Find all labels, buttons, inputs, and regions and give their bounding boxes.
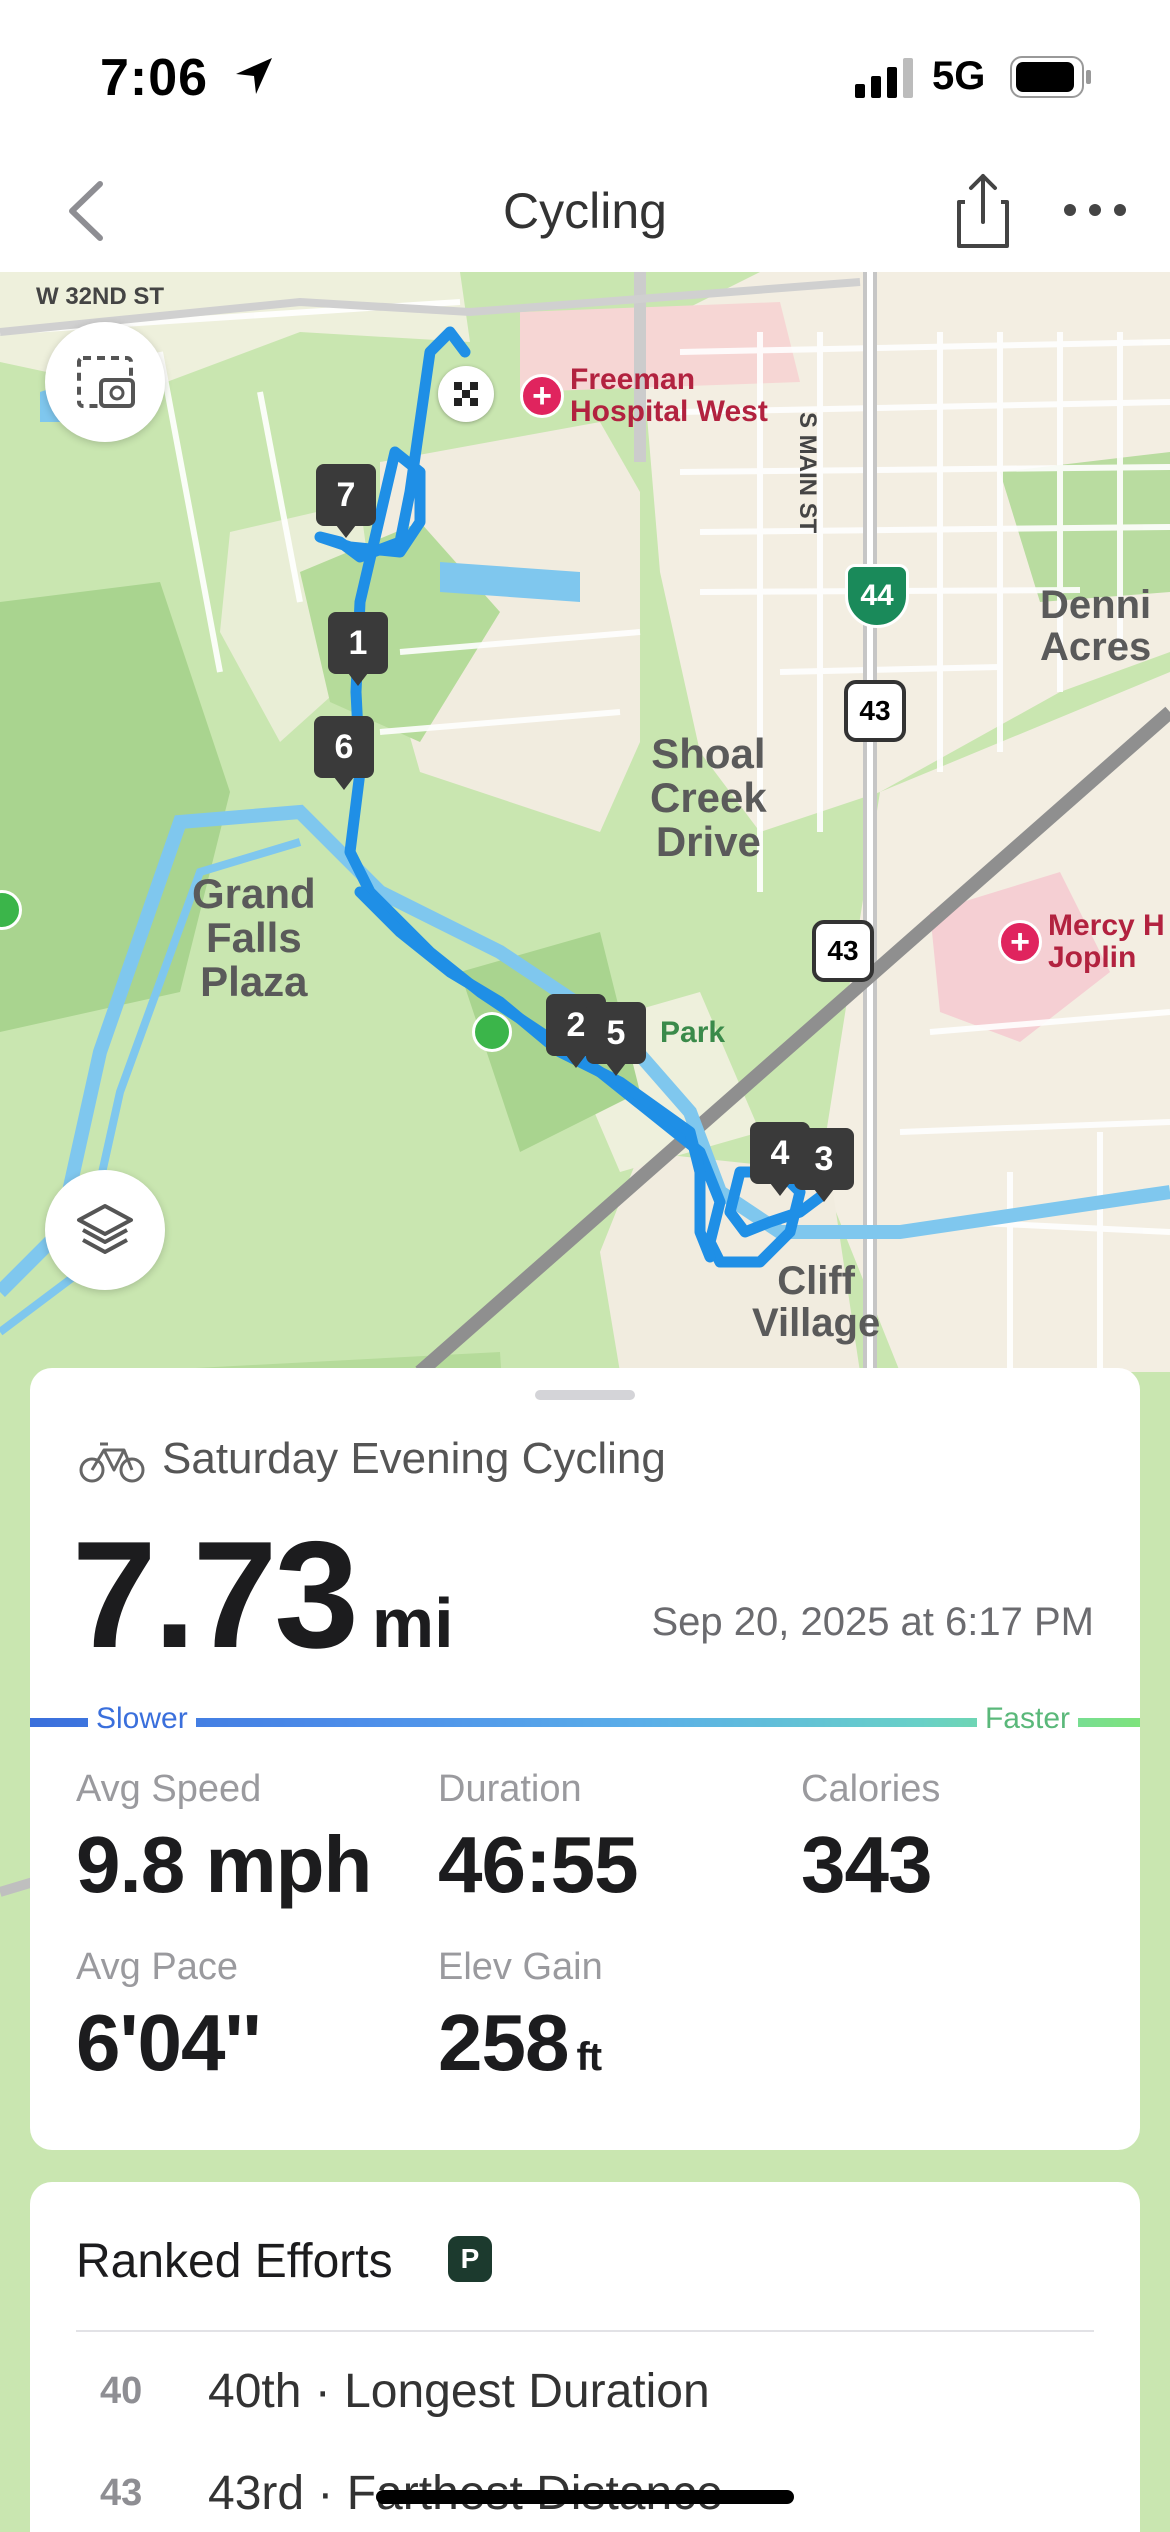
- stat-duration: Duration 46:55: [438, 1768, 639, 1911]
- navigation-bar: Cycling: [0, 150, 1170, 272]
- battery-icon: [1010, 56, 1091, 98]
- ranked-efforts-title: Ranked Efforts: [76, 2235, 393, 2288]
- distance-display: 7.73 mi: [72, 1508, 454, 1683]
- stat-label: Avg Speed: [76, 1768, 262, 1810]
- split-marker[interactable]: 5: [586, 1002, 646, 1076]
- stat-value: 9.8 mph: [76, 1820, 372, 1909]
- stat-label: Calories: [801, 1768, 941, 1810]
- cellular-signal-icon: [855, 58, 913, 98]
- map-label-cliff-village: Cliff Village: [752, 1259, 881, 1345]
- activity-detail-screen: { "status_bar": { "time": "7:06", "netwo…: [0, 0, 1170, 2532]
- split-marker[interactable]: 1: [328, 612, 388, 686]
- status-bar: 7:06 5G: [0, 0, 1170, 150]
- stat-calories: Calories 343: [801, 1768, 940, 1911]
- effort-rank: 43: [100, 2472, 143, 2514]
- personal-record-badge-icon: P: [448, 2236, 492, 2282]
- camera-frame-icon: [77, 356, 135, 408]
- layers-icon: [77, 1204, 133, 1254]
- park-pin-icon: [472, 1012, 512, 1052]
- interstate-shield-icon: 44: [845, 564, 909, 628]
- effort-text: 40th · Longest Duration: [208, 2365, 710, 2418]
- speed-gradient-bar: [30, 1718, 1140, 1727]
- network-type: 5G: [932, 54, 986, 98]
- map-label-grand-falls-plaza: Grand Falls Plaza: [192, 870, 316, 1006]
- stat-value: 343: [801, 1820, 932, 1909]
- elev-gain-unit: ft: [576, 2035, 602, 2079]
- snapshot-button[interactable]: [45, 322, 165, 442]
- map-label-w32nd: W 32ND ST: [36, 283, 165, 310]
- activity-date: Sep 20, 2025 at 6:17 PM: [651, 1600, 1094, 1644]
- activity-title: Saturday Evening Cycling: [162, 1434, 666, 1483]
- distance-value: 7.73: [72, 1510, 359, 1680]
- split-marker[interactable]: 7: [316, 464, 376, 538]
- location-arrow-icon: [236, 58, 272, 94]
- stat-avg-pace: Avg Pace 6'04'': [76, 1946, 262, 2089]
- map-label-s-main-st: S MAIN ST: [794, 412, 821, 534]
- ranked-effort-row[interactable]: 40 40th · Longest Duration: [30, 2342, 1140, 2442]
- effort-rank: 40: [100, 2370, 143, 2412]
- ranked-efforts-card: Ranked Efforts P 40 40th · Longest Durat…: [30, 2182, 1140, 2532]
- hospital-pin-icon: +: [998, 920, 1042, 964]
- stat-label: Elev Gain: [438, 1946, 603, 1988]
- speed-faster-label: Faster: [976, 1702, 1078, 1736]
- stat-value: 6'04'': [76, 1998, 262, 2087]
- speed-legend: Slower Faster: [30, 1702, 1140, 1742]
- stat-label: Avg Pace: [76, 1946, 238, 1988]
- activity-summary-card: Saturday Evening Cycling 7.73 mi Sep 20, …: [30, 1368, 1140, 2150]
- split-marker[interactable]: 6: [314, 716, 374, 790]
- bicycle-icon: [79, 1442, 145, 1483]
- map-label-freeman-hospital: Freeman Hospital West: [570, 363, 768, 428]
- sheet-grabber[interactable]: [535, 1390, 635, 1400]
- hospital-pin-icon: +: [520, 374, 564, 418]
- elev-gain-value: 258: [438, 1998, 569, 2087]
- speed-slower-label: Slower: [88, 1702, 196, 1736]
- stat-avg-speed: Avg Speed 9.8 mph: [76, 1768, 372, 1911]
- stat-value: 258 ft: [438, 1997, 603, 2089]
- us-route-shield-icon: 43: [844, 680, 906, 742]
- finish-flag-icon: [438, 366, 494, 422]
- stat-elev-gain: Elev Gain 258 ft: [438, 1946, 603, 2089]
- map-label-park: Park: [660, 1016, 726, 1049]
- stat-label: Duration: [438, 1768, 582, 1810]
- distance-unit: mi: [371, 1584, 454, 1662]
- home-indicator[interactable]: [376, 2490, 794, 2504]
- us-route-shield-icon: 43: [812, 920, 874, 982]
- map-label-mercy-joplin: Mercy H Joplin: [1048, 909, 1165, 974]
- divider: [76, 2330, 1094, 2332]
- split-marker[interactable]: 3: [794, 1128, 854, 1202]
- status-time: 7:06: [100, 49, 209, 107]
- ranked-effort-row[interactable]: 43 43rd · Farthest Distance: [30, 2444, 1140, 2532]
- map-label-dennis-acres: Denni Acres: [1040, 583, 1152, 669]
- share-icon[interactable]: [955, 170, 1011, 250]
- map-label-shoal-creek-drive: Shoal Creek Drive: [650, 730, 767, 866]
- stat-value: 46:55: [438, 1820, 639, 1909]
- map-layers-button[interactable]: [45, 1170, 165, 1290]
- more-options-icon[interactable]: [1060, 190, 1130, 230]
